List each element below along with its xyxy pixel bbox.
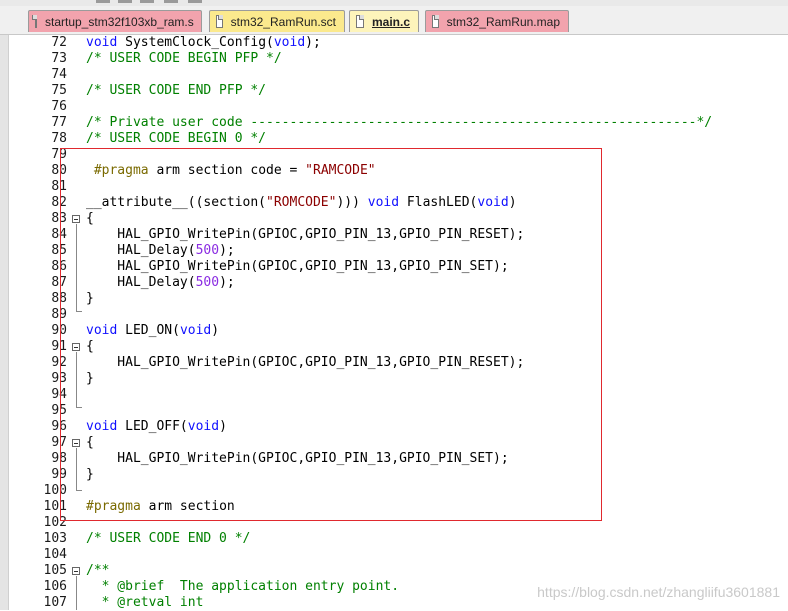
line-number: 79 (51, 147, 67, 162)
line-number: 92 (51, 355, 67, 370)
code-line[interactable]: 76 (0, 99, 788, 115)
line-number: 81 (51, 179, 67, 194)
line-number: 100 (43, 483, 67, 498)
tab-label: stm32_RamRun.sct (230, 14, 336, 29)
tab-startup-file[interactable]: startup_stm32f103xb_ram.s (28, 10, 202, 32)
line-number: 93 (51, 371, 67, 386)
line-number: 97 (51, 435, 67, 450)
line-number: 105 (43, 563, 67, 578)
line-number: 77 (51, 115, 67, 130)
code-text[interactable]: /* USER CODE BEGIN 0 */ (86, 131, 266, 147)
fold-line (76, 576, 77, 610)
tab-map-file[interactable]: stm32_RamRun.map (425, 10, 569, 32)
code-line[interactable]: 72 void SystemClock_Config(void); (0, 35, 788, 51)
fold-toggle-icon[interactable] (72, 567, 80, 575)
line-number: 82 (51, 195, 67, 210)
code-text[interactable]: /* Private user code -------------------… (86, 115, 712, 131)
code-text[interactable]: void SystemClock_Config(void); (86, 35, 321, 51)
code-line[interactable]: 78 /* USER CODE BEGIN 0 */ (0, 131, 788, 147)
code-editor[interactable]: 72 void SystemClock_Config(void); 73 /* USE… (0, 35, 788, 610)
line-number: 87 (51, 275, 67, 290)
line-number: 96 (51, 419, 67, 434)
file-icon (432, 15, 439, 28)
line-number: 84 (51, 227, 67, 242)
line-number: 73 (51, 51, 67, 66)
highlight-rectangle (60, 148, 602, 521)
line-number: 83 (51, 211, 67, 226)
tab-main-c[interactable]: main.c (349, 10, 419, 32)
line-number: 86 (51, 259, 67, 274)
line-number: 80 (51, 163, 67, 178)
line-number: 88 (51, 291, 67, 306)
toolbar-button-icon[interactable] (188, 0, 202, 3)
line-number: 98 (51, 451, 67, 466)
watermark: https://blog.csdn.net/zhangliifu3601881 (537, 584, 780, 600)
tab-sct-file[interactable]: stm32_RamRun.sct (209, 10, 345, 32)
line-number: 103 (43, 531, 67, 546)
code-line[interactable]: 105 /** (0, 563, 788, 579)
line-number: 101 (43, 499, 67, 514)
toolbar-button-icon[interactable] (96, 0, 110, 3)
line-number: 85 (51, 243, 67, 258)
line-number: 74 (51, 67, 67, 82)
tab-label: startup_stm32f103xb_ram.s (45, 14, 194, 29)
toolbar-button-icon[interactable] (164, 0, 178, 3)
line-number: 90 (51, 323, 67, 338)
line-number: 76 (51, 99, 67, 114)
code-text[interactable]: * @retval int (86, 595, 204, 611)
code-text[interactable]: /* USER CODE END 0 */ (86, 531, 250, 547)
code-line[interactable]: 103 /* USER CODE END 0 */ (0, 531, 788, 547)
code-text[interactable]: * @brief The application entry point. (86, 579, 399, 595)
toolbar-button-icon[interactable] (118, 0, 132, 3)
line-number: 72 (51, 35, 67, 50)
code-line[interactable]: 75 /* USER CODE END PFP */ (0, 83, 788, 99)
line-number: 95 (51, 403, 67, 418)
code-line[interactable]: 104 (0, 547, 788, 563)
code-text[interactable]: /* USER CODE END PFP */ (86, 83, 266, 99)
line-number: 107 (43, 595, 67, 610)
file-icon (32, 15, 37, 28)
toolbar-remnant (0, 0, 788, 6)
file-icon (356, 15, 364, 28)
code-text[interactable]: /** (86, 563, 109, 579)
line-number: 99 (51, 467, 67, 482)
code-line[interactable]: 77 /* Private user code -----------------… (0, 115, 788, 131)
tab-label: stm32_RamRun.map (446, 14, 560, 29)
line-number: 78 (51, 131, 67, 146)
line-number: 102 (43, 515, 67, 530)
code-text[interactable]: /* USER CODE BEGIN PFP */ (86, 51, 282, 67)
line-number: 91 (51, 339, 67, 354)
code-line[interactable]: 73 /* USER CODE BEGIN PFP */ (0, 51, 788, 67)
code-line[interactable]: 74 (0, 67, 788, 83)
line-number: 75 (51, 83, 67, 98)
line-number: 94 (51, 387, 67, 402)
editor-tab-strip: startup_stm32f103xb_ram.s stm32_RamRun.s… (0, 0, 788, 35)
toolbar-button-icon[interactable] (140, 0, 154, 3)
line-number: 104 (43, 547, 67, 562)
file-icon (216, 15, 223, 28)
line-number: 89 (51, 307, 67, 322)
tab-label: main.c (371, 14, 410, 29)
line-number: 106 (43, 579, 67, 594)
